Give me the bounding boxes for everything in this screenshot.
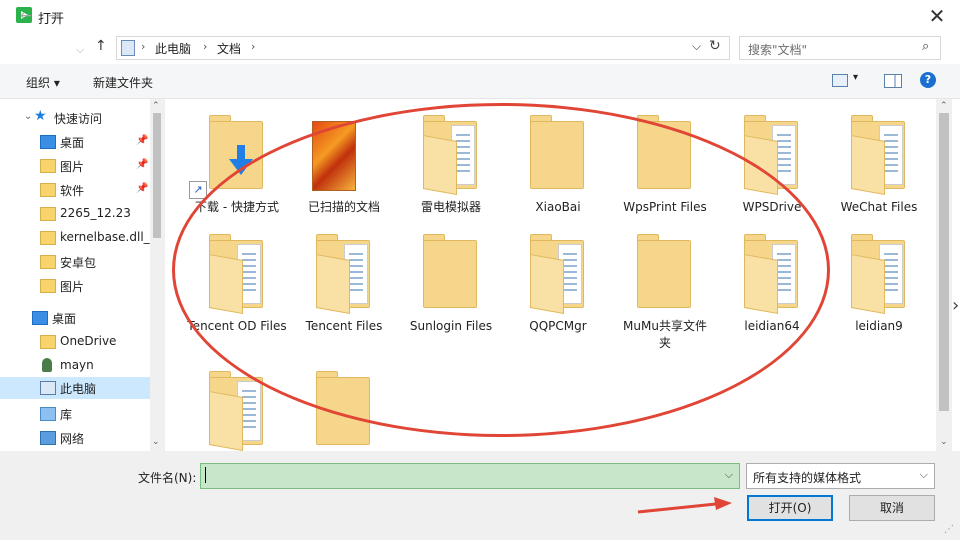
up-button[interactable]: ↑ bbox=[95, 38, 107, 54]
view-dropdown-icon[interactable]: ▾ bbox=[853, 72, 858, 83]
search-icon[interactable]: ⌕ bbox=[922, 39, 929, 54]
recent-locations-button[interactable]: ⌵ bbox=[76, 43, 84, 57]
cancel-button[interactable]: 取消 bbox=[849, 495, 935, 521]
sidebar-item-quick-access[interactable]: ⌄ ★ 快速访问 bbox=[8, 107, 158, 129]
sidebar-item-label: 软件 bbox=[60, 184, 85, 198]
filetype-select[interactable]: 所有支持的媒体格式 ⌵ bbox=[746, 463, 935, 489]
scroll-up-icon[interactable]: ⌃ bbox=[940, 101, 948, 111]
sidebar-item-label: 图片 bbox=[60, 160, 85, 174]
breadcrumb-documents[interactable]: 文档 bbox=[217, 40, 241, 57]
sidebar-item-label: kernelbase.dll_2 bbox=[60, 230, 150, 244]
pin-icon: 📌 bbox=[136, 135, 149, 146]
sidebar-item-pictures-2[interactable]: 图片 bbox=[0, 275, 150, 297]
sidebar-item-apk[interactable]: 安卓包 bbox=[0, 251, 150, 273]
partial-glyph: › bbox=[952, 295, 960, 316]
organize-button[interactable]: 组织 ▾ bbox=[26, 74, 60, 91]
sidebar-item-desktop[interactable]: 桌面 📌 bbox=[0, 131, 150, 153]
computer-icon bbox=[40, 381, 56, 395]
folder-icon bbox=[851, 234, 907, 314]
resize-grip-icon[interactable]: ⋰ bbox=[944, 524, 954, 535]
sidebar-item-label: 图片 bbox=[60, 280, 85, 294]
sidebar-item-kernelbase[interactable]: kernelbase.dll_2 bbox=[0, 227, 150, 249]
help-icon[interactable]: ? bbox=[920, 72, 936, 88]
scrollbar-thumb[interactable] bbox=[153, 113, 161, 238]
content-scrollbar[interactable]: ⌃ ⌄ bbox=[936, 99, 952, 451]
library-icon bbox=[40, 407, 56, 421]
sidebar-item-onedrive[interactable]: OneDrive bbox=[0, 331, 150, 353]
desktop-icon bbox=[40, 135, 56, 149]
annotation-ellipse bbox=[172, 103, 830, 437]
sidebar-item-desktop-root[interactable]: 桌面 bbox=[0, 307, 150, 329]
sidebar-item-this-pc[interactable]: 此电脑 bbox=[0, 377, 150, 399]
filename-label: 文件名(N): bbox=[138, 471, 197, 485]
search-placeholder: 搜索"文档" bbox=[748, 43, 808, 57]
sidebar-scrollbar[interactable]: ⌃ ⌄ bbox=[150, 99, 164, 451]
folder-icon bbox=[40, 231, 56, 245]
chevron-down-icon[interactable]: ⌵ bbox=[725, 468, 733, 482]
title-bar: 打开 ✕ bbox=[0, 0, 960, 32]
filetype-value: 所有支持的媒体格式 bbox=[753, 471, 862, 485]
breadcrumb-pc[interactable]: 此电脑 bbox=[155, 40, 191, 57]
folder-icon bbox=[40, 183, 56, 197]
sidebar-item-label: OneDrive bbox=[60, 334, 117, 348]
sidebar-item-user[interactable]: mayn bbox=[0, 355, 150, 377]
sidebar-item-label: 桌面 bbox=[60, 136, 85, 150]
forward-button[interactable]: → bbox=[48, 8, 60, 24]
folder-icon bbox=[40, 159, 56, 173]
search-input[interactable]: 搜索"文档" ⌕ bbox=[739, 36, 941, 60]
file-label: WeChat Files bbox=[840, 200, 918, 214]
folder-icon bbox=[40, 279, 56, 293]
desktop-icon bbox=[32, 311, 48, 325]
sidebar-item-label: 此电脑 bbox=[60, 382, 97, 396]
open-button[interactable]: 打开(O) bbox=[747, 495, 833, 521]
sidebar-item-label: 安卓包 bbox=[60, 256, 97, 270]
network-icon bbox=[40, 431, 56, 445]
pin-icon: 📌 bbox=[136, 159, 149, 170]
breadcrumb-separator: › bbox=[141, 40, 146, 53]
sidebar-item-label: mayn bbox=[60, 358, 94, 372]
star-icon: ★ bbox=[34, 108, 47, 124]
chevron-down-icon: ⌄ bbox=[24, 111, 33, 122]
new-folder-button[interactable]: 新建文件夹 bbox=[93, 74, 153, 91]
scrollbar-thumb[interactable] bbox=[939, 113, 949, 411]
folder-icon bbox=[851, 115, 907, 195]
preview-pane-icon[interactable] bbox=[884, 74, 902, 88]
annotation-arrow-icon bbox=[637, 497, 732, 514]
scroll-down-icon[interactable]: ⌄ bbox=[940, 437, 948, 447]
folder-icon bbox=[40, 335, 56, 349]
user-icon bbox=[42, 358, 52, 372]
file-item[interactable]: WeChat Files bbox=[827, 115, 931, 225]
close-button[interactable]: ✕ bbox=[922, 2, 952, 30]
filename-input[interactable]: ⌵ bbox=[200, 463, 740, 489]
sidebar-item-library[interactable]: 库 bbox=[0, 403, 150, 425]
sidebar-item-label: 网络 bbox=[60, 432, 85, 446]
sidebar-item-network[interactable]: 网络 bbox=[0, 427, 150, 449]
sidebar-item-label: 快速访问 bbox=[54, 112, 103, 126]
sidebar-item-2265[interactable]: 2265_12.23 bbox=[0, 203, 150, 225]
file-item[interactable]: leidian9 bbox=[827, 234, 931, 354]
folder-icon bbox=[40, 255, 56, 269]
file-label: leidian9 bbox=[855, 319, 903, 333]
back-button[interactable]: ← bbox=[20, 8, 32, 24]
computer-icon bbox=[121, 40, 135, 56]
scroll-down-icon[interactable]: ⌄ bbox=[152, 437, 160, 447]
view-icon[interactable] bbox=[832, 74, 848, 87]
folder-icon bbox=[40, 207, 56, 221]
sidebar-item-software[interactable]: 软件 📌 bbox=[0, 179, 150, 201]
sidebar-item-label: 2265_12.23 bbox=[60, 206, 131, 220]
address-bar[interactable]: › 此电脑 › 文档 › ⌵ ↻ bbox=[116, 36, 730, 60]
breadcrumb-separator: › bbox=[203, 40, 208, 53]
navigation-pane: ⌄ ★ 快速访问 桌面 📌 图片 📌 软件 📌 2265_12.23 kerne… bbox=[0, 99, 165, 451]
chevron-down-icon: ⌵ bbox=[919, 468, 928, 481]
breadcrumb-separator: › bbox=[251, 40, 256, 53]
scroll-up-icon[interactable]: ⌃ bbox=[152, 101, 160, 111]
refresh-icon[interactable]: ↻ bbox=[709, 38, 721, 54]
text-caret bbox=[205, 467, 206, 483]
pin-icon: 📌 bbox=[136, 183, 149, 194]
chevron-down-icon[interactable]: ⌵ bbox=[692, 39, 701, 54]
sidebar-item-label: 库 bbox=[60, 408, 73, 422]
sidebar-item-label: 桌面 bbox=[52, 312, 77, 326]
sidebar-item-pictures[interactable]: 图片 📌 bbox=[0, 155, 150, 177]
